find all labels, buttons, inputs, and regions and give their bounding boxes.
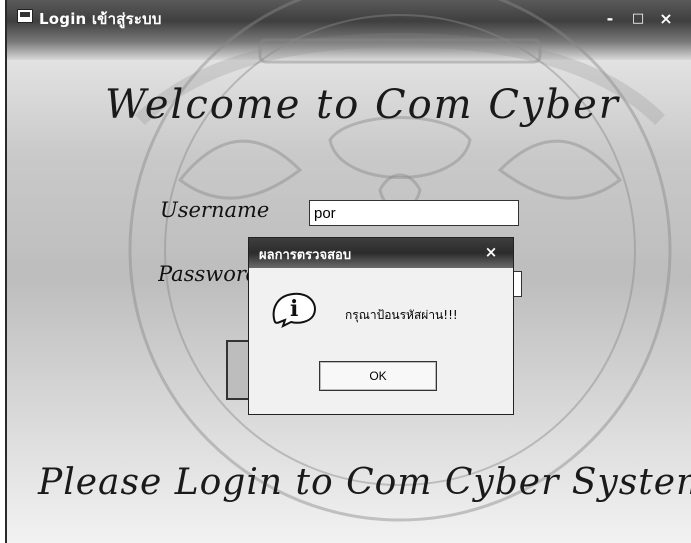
dialog-title: ผลการตรวจสอบ — [259, 248, 352, 263]
ok-button[interactable]: OK — [319, 361, 437, 391]
svg-text:i: i — [290, 296, 298, 322]
dialog-body: i กรุณาป้อนรหัสผ่าน!!! OK — [249, 268, 513, 414]
username-input[interactable] — [309, 200, 519, 226]
dialog-close-button[interactable]: × — [481, 243, 501, 261]
maximize-button[interactable]: □ — [627, 10, 649, 28]
window-titlebar[interactable]: Login เข้าสู่ระบบ - □ × — [7, 0, 691, 60]
password-label: Password — [158, 262, 250, 286]
dialog-message: กรุณาป้อนรหัสผ่าน!!! — [345, 308, 458, 322]
window-title: Login เข้าสู่ระบบ — [39, 10, 162, 28]
welcome-heading: Welcome to Com Cyber — [105, 82, 620, 128]
app-icon — [17, 9, 33, 23]
info-icon: i — [272, 292, 316, 328]
validation-dialog: ผลการตรวจสอบ × i กรุณาป้อนรหัสผ่าน!!! OK — [248, 237, 514, 415]
footer-message: Please Login to Com Cyber System — [38, 462, 691, 503]
screen: Login เข้าสู่ระบบ - □ × อมเกลา Welcome t… — [0, 0, 691, 543]
dialog-titlebar[interactable]: ผลการตรวจสอบ × — [249, 238, 513, 268]
login-button[interactable] — [226, 340, 250, 400]
username-label: Username — [160, 198, 270, 222]
minimize-button[interactable]: - — [599, 10, 621, 28]
close-button[interactable]: × — [655, 10, 677, 28]
